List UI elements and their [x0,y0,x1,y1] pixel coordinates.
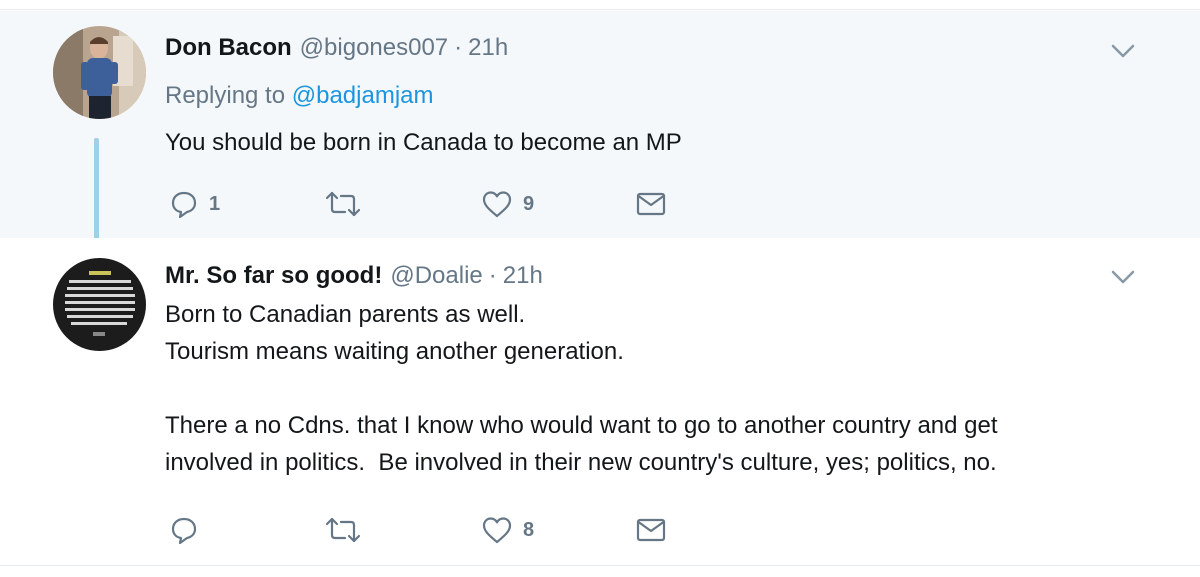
heart-icon [482,517,512,544]
replying-prefix: Replying to [165,82,286,109]
tweet-text: Born to Canadian parents as well. Touris… [165,301,998,476]
like-button[interactable]: 9 [481,186,534,222]
reply-button[interactable]: 1 [169,186,220,222]
reply-count: 1 [209,192,221,215]
retweet-button[interactable] [325,186,371,222]
heart-icon [482,191,512,218]
top-divider [0,0,1200,10]
avatar-photo-icon [53,26,146,119]
avatar[interactable] [53,26,146,119]
tweet-text: You should be born in Canada to become a… [165,129,682,156]
mention-link[interactable]: @badjamjam [292,82,434,109]
tweet-header: Mr. So far so good! @Doalie · 21h [165,262,543,290]
reply-icon [171,191,197,219]
bottom-divider [0,565,1200,577]
reply-icon [171,517,197,545]
tweet-header: Don Bacon @bigones007 · 21h [165,34,508,62]
retweet-button[interactable] [325,512,371,548]
retweet-icon [325,517,361,543]
display-name[interactable]: Mr. So far so good! [165,262,382,290]
user-handle[interactable]: @Doalie [390,262,482,290]
tweet-actions: 8 [165,512,685,548]
chevron-down-icon[interactable] [1110,268,1136,286]
replying-to: Replying to @badjamjam [165,82,434,110]
timestamp[interactable]: 21h [468,34,508,62]
user-handle[interactable]: @bigones007 [300,34,448,62]
separator-dot: · [488,262,497,289]
like-count: 8 [523,518,535,541]
timestamp[interactable]: 21h [503,262,543,290]
like-count: 9 [523,192,535,215]
reply-button[interactable] [169,512,209,548]
avatar[interactable] [53,258,146,351]
tweet-actions: 1 9 [165,186,685,222]
chevron-down-icon[interactable] [1110,42,1136,60]
direct-message-button[interactable] [635,512,667,548]
mail-icon [636,192,666,216]
avatar-quote-image-icon [53,258,146,351]
separator-dot: · [454,34,463,61]
direct-message-button[interactable] [635,186,667,222]
mail-icon [636,518,666,542]
display-name[interactable]: Don Bacon [165,34,292,62]
retweet-icon [325,191,361,217]
like-button[interactable]: 8 [481,512,534,548]
